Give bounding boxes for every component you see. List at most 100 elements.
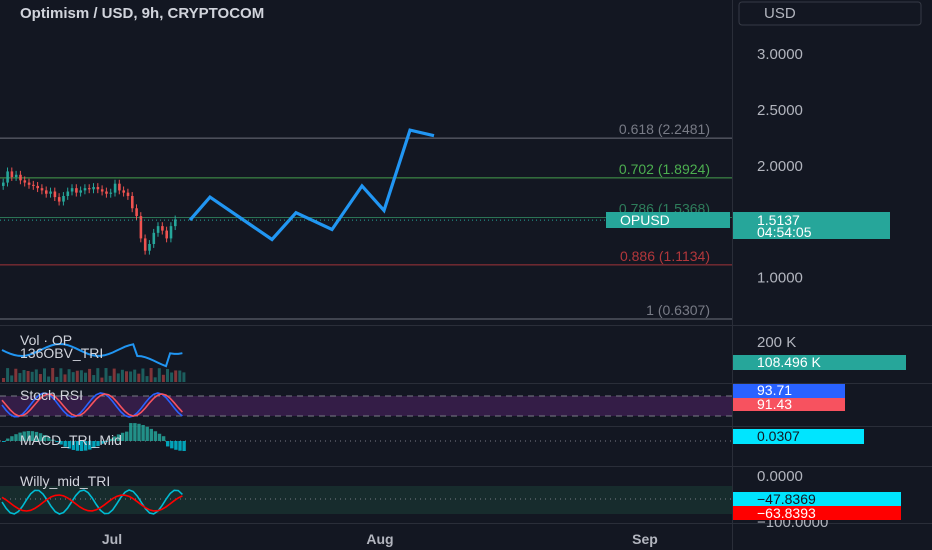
candle-body (109, 192, 113, 194)
volume-bar (96, 368, 100, 382)
volume-bar (67, 369, 71, 382)
macd-histogram-bar (145, 426, 149, 441)
macd-histogram-bar (141, 425, 145, 441)
willy-axis-top: 0.0000 (757, 468, 803, 485)
volume-bar (161, 374, 165, 382)
currency-selector[interactable]: USD (738, 1, 922, 26)
fib-level-label: 1 (0.6307) (646, 302, 710, 318)
macd-histogram-bar (174, 441, 178, 450)
fib-level-label: 0.886 (1.1134) (620, 248, 710, 264)
price-tick-label: 3.0000 (757, 46, 803, 63)
volume-bar (145, 376, 149, 382)
obv-value: 108.496 K (757, 354, 821, 370)
macd-histogram-bar (166, 441, 170, 447)
macd-histogram-bar (170, 441, 174, 449)
obv-value-tag: 108.496 K (733, 354, 906, 370)
volume-bar (84, 372, 87, 382)
candle-body (40, 188, 44, 191)
volume-bar (129, 371, 133, 382)
volume-bar (108, 375, 112, 382)
willy-slow-value: −63.8393 (757, 505, 816, 521)
price-tick-label: 2.0000 (757, 158, 803, 175)
candle-body (83, 188, 87, 191)
macd-histogram-bar (14, 434, 18, 441)
candle-body (156, 226, 160, 233)
macd-histogram-bar (137, 423, 141, 441)
candle-body (113, 183, 117, 193)
macd-histogram-bar (153, 431, 158, 441)
candle-body (45, 190, 48, 194)
candle-body (135, 208, 138, 217)
chart-title: Optimism / USD, 9h, CRYPTOCOM (20, 5, 264, 22)
candle-body (53, 191, 57, 198)
fib-level-label: 0.618 (2.2481) (619, 121, 710, 137)
volume-bar (88, 368, 92, 382)
willy-legend[interactable]: Willy_mid_TRI (20, 473, 110, 489)
volume-bar (178, 370, 182, 382)
candle-body (23, 180, 27, 183)
volume-bar (75, 370, 79, 382)
volume-bar (34, 369, 38, 382)
volume-bar (153, 377, 157, 382)
stoch-legend[interactable]: Stoch RSI (20, 387, 83, 403)
candle-body (2, 182, 5, 186)
macd-histogram-bar (161, 436, 166, 441)
volume-axis-label: 200 K (757, 334, 796, 351)
volume-bar (51, 368, 55, 382)
macd-histogram-bar (178, 441, 182, 451)
symbol-tag: OPUSD (606, 212, 730, 228)
plot-background (0, 0, 732, 550)
volume-bar (149, 368, 153, 382)
obv-legend[interactable]: 136OBV_TRI (20, 345, 103, 361)
candle-body (118, 183, 121, 191)
volume-bar (133, 369, 137, 382)
volume-bar (2, 378, 5, 382)
fib-level-label: 0.702 (1.8924) (619, 161, 710, 177)
macd-histogram-bar (182, 441, 186, 451)
volume-bar (112, 368, 116, 382)
volume-bar (120, 369, 124, 382)
candle-body (143, 238, 147, 251)
volume-bar (170, 372, 174, 382)
candle-body (100, 189, 104, 192)
volume-bar (182, 372, 186, 382)
candle-body (57, 197, 61, 202)
volume-bar (157, 368, 161, 382)
macd-histogram-bar (6, 438, 10, 441)
macd-histogram-bar (149, 428, 153, 441)
candle-body (49, 191, 52, 194)
macd-legend[interactable]: MACD_TRI_Mid (20, 432, 122, 448)
countdown-value: 04:54:05 (757, 224, 812, 240)
candle-body (79, 190, 82, 193)
time-tick-label: Jul (102, 531, 122, 547)
candle-body (139, 216, 143, 239)
candle-body (32, 184, 35, 186)
volume-bar (79, 370, 83, 382)
macd-histogram-bar (2, 441, 6, 442)
macd-histogram-bar (10, 436, 14, 441)
candle-body (70, 188, 74, 192)
volume-bar (55, 376, 59, 382)
volume-bar (22, 370, 26, 382)
price-tick-label: 2.5000 (757, 102, 803, 119)
candle-body (75, 188, 78, 193)
macd-histogram-bar (133, 423, 137, 441)
symbol-tag-label: OPUSD (620, 212, 670, 228)
volume-bar (116, 373, 120, 382)
volume-bar (125, 371, 128, 382)
candle-body (88, 188, 91, 190)
volume-bar (63, 374, 67, 382)
volume-bar (10, 375, 14, 382)
candle-body (66, 191, 70, 196)
candle-body (105, 191, 108, 194)
volume-bar (141, 368, 145, 382)
volume-bar (47, 376, 51, 382)
volume-bar (71, 372, 75, 382)
chart-canvas[interactable]: Optimism / USD, 9h, CRYPTOCOM USD 0.618 … (0, 0, 932, 550)
candle-body (122, 190, 125, 193)
candle-body (36, 185, 39, 189)
candle-body (19, 174, 22, 181)
macd-histogram-bar (125, 431, 129, 441)
last-price-tag: 1.5137 04:54:05 (733, 212, 890, 240)
price-tick-label: 1.0000 (757, 270, 803, 287)
